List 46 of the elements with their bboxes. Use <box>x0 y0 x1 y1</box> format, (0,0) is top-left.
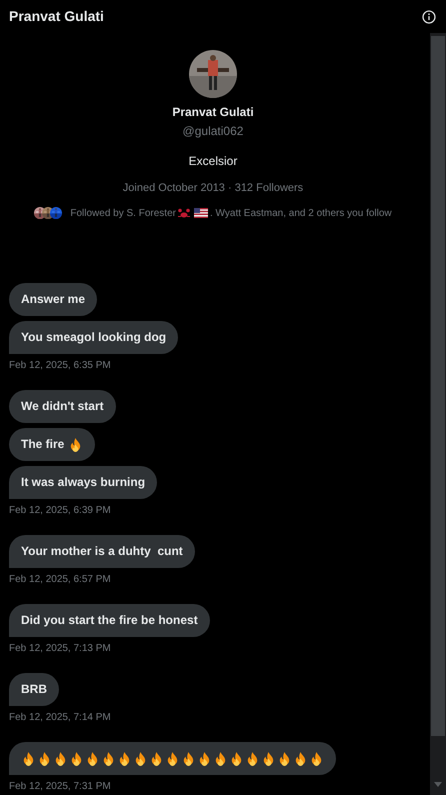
scroll-down-icon[interactable] <box>434 782 442 787</box>
scrollbar[interactable] <box>430 33 446 795</box>
profile-handle: @gulati062 <box>182 123 244 140</box>
text: The fire <box>21 436 64 453</box>
fire-icon <box>229 750 244 766</box>
fire-icon <box>149 750 164 766</box>
info-icon[interactable] <box>422 10 436 24</box>
text: Answer me <box>21 291 86 308</box>
fire-icon <box>181 750 196 766</box>
text: You smeagol looking dog <box>21 329 166 346</box>
fire-icon <box>85 750 100 766</box>
profile-name: Pranvat Gulati <box>172 104 254 121</box>
message-time: Feb 12, 2025, 6:35 PM <box>9 358 111 372</box>
fire-icon <box>213 750 228 766</box>
text: BRB <box>21 681 47 698</box>
fire-icon <box>197 750 212 766</box>
text: It was always burning <box>21 474 146 491</box>
text: Followed by S. Forester <box>70 206 176 220</box>
text: We didn't start <box>21 398 104 415</box>
message-time: Feb 12, 2025, 7:14 PM <box>9 710 111 724</box>
message-time: Feb 12, 2025, 7:13 PM <box>9 642 111 656</box>
scrollbar-thumb[interactable] <box>431 36 445 736</box>
fire-icon <box>261 750 276 766</box>
message-time: Feb 12, 2025, 7:31 PM <box>9 780 111 794</box>
text: Your mother is a duhty cunt <box>21 543 183 560</box>
fire-icon <box>277 750 292 766</box>
fire-icon <box>165 750 180 766</box>
fire-icon <box>309 750 324 766</box>
text: Did you start the fire be honest <box>21 612 198 629</box>
fire-icon <box>293 750 308 766</box>
fire-icon <box>117 750 132 766</box>
message-time: Feb 12, 2025, 6:39 PM <box>9 504 111 518</box>
fire-icon <box>53 750 68 766</box>
fire-icon <box>21 750 36 766</box>
crab-icon <box>178 208 190 218</box>
profile-meta: Joined October 2013 · 312 Followers <box>122 181 304 196</box>
fire-icon <box>69 750 84 766</box>
text: . Wyatt Eastman, and 2 others you follow <box>210 206 392 220</box>
flag-icon <box>194 208 208 218</box>
fire-icon <box>101 750 116 766</box>
message-time: Feb 12, 2025, 6:57 PM <box>9 572 111 586</box>
profile-bio: Excelsior <box>188 153 238 170</box>
fire-icon <box>245 750 260 766</box>
fire-icon <box>37 750 52 766</box>
fire-icon <box>133 750 148 766</box>
window-title: Pranvat Gulati <box>9 7 104 26</box>
